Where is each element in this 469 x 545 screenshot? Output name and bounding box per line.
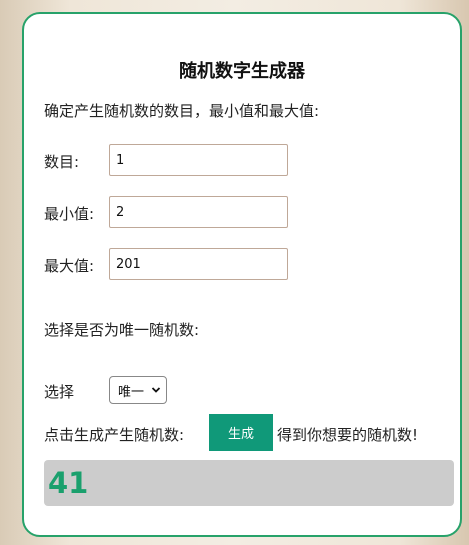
min-input[interactable] — [109, 196, 288, 228]
instructions-text: 确定产生随机数的数目，最小值和最大值: — [44, 102, 320, 120]
count-label: 数目: — [44, 153, 80, 171]
unique-select[interactable]: 唯一 — [109, 376, 167, 404]
result-output: 41 — [44, 460, 454, 506]
max-input[interactable] — [109, 248, 288, 280]
generate-suffix: 得到你想要的随机数! — [277, 426, 419, 444]
chevron-down-icon — [151, 387, 161, 393]
page-title: 随机数字生成器 — [179, 61, 305, 82]
count-input[interactable] — [109, 144, 288, 176]
unique-question-label: 选择是否为唯一随机数: — [44, 321, 200, 339]
generate-button[interactable]: 生成 — [209, 414, 273, 451]
select-label: 选择 — [44, 383, 75, 401]
unique-select-value: 唯一 — [118, 384, 145, 400]
generator-card: 随机数字生成器 确定产生随机数的数目，最小值和最大值: 数目: 最小值: 最大值… — [22, 12, 462, 537]
generate-hint: 点击生成产生随机数: — [44, 426, 185, 444]
min-label: 最小值: — [44, 205, 95, 223]
max-label: 最大值: — [44, 257, 95, 275]
